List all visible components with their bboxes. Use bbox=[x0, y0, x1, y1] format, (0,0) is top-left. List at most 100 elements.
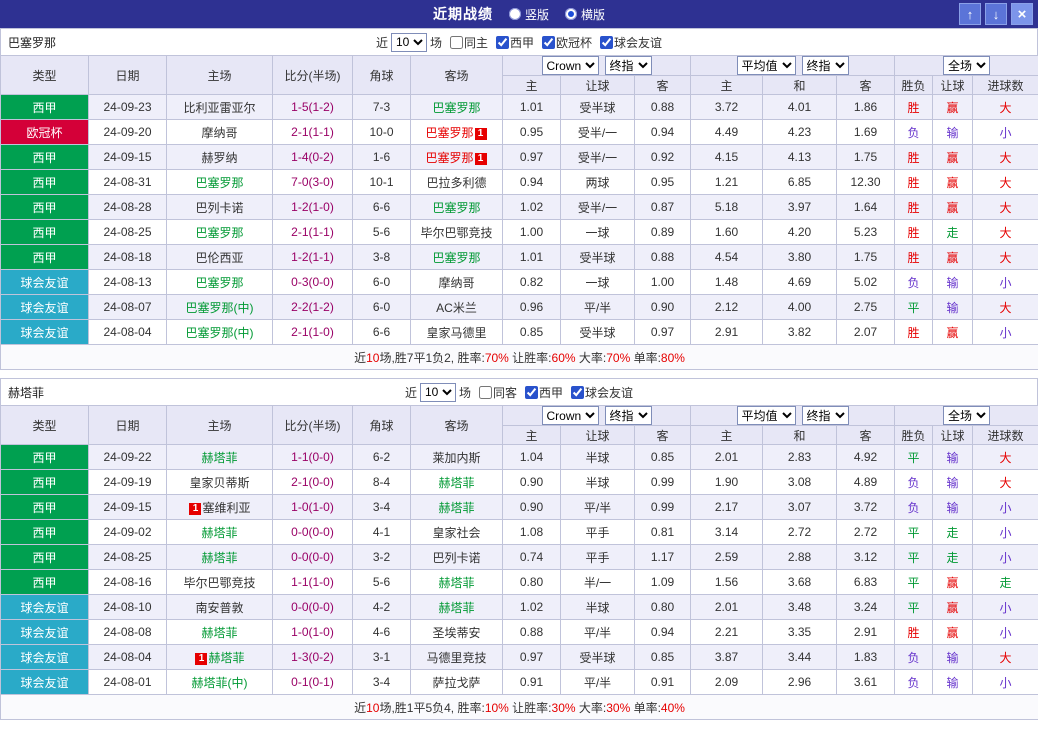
scope-select[interactable]: 全场 bbox=[943, 56, 991, 75]
table-row: 西甲 24-09-23 比利亚雷亚尔 1-5(1-2) 7-3 巴塞罗那 1.01 受半球 0.… bbox=[0, 94, 1038, 120]
checkbox-input[interactable] bbox=[571, 385, 585, 399]
result-goals: 小 bbox=[972, 494, 1038, 520]
euro-home-odds: 4.15 bbox=[690, 144, 763, 170]
euro-draw-odds: 3.08 bbox=[762, 469, 837, 495]
checkbox-input[interactable] bbox=[449, 35, 463, 49]
bookmaker-stage-select[interactable]: 终指 bbox=[604, 406, 652, 425]
league-friendly-checkbox[interactable]: 球会友谊 bbox=[571, 384, 633, 401]
checkbox-label: 西甲 bbox=[510, 35, 535, 50]
average-select[interactable]: 平均值 bbox=[736, 406, 796, 425]
league-laliga-checkbox[interactable]: 西甲 bbox=[496, 34, 534, 51]
table-row: 球会友谊 24-08-04 1 赫塔菲 1-3(0-2) 3-1 马德里竞技 0.97 受半球 0… bbox=[0, 644, 1038, 670]
column-header: 客 bbox=[634, 75, 691, 95]
team-name-text: 南安普敦 bbox=[195, 600, 244, 615]
result-outcome: 负 bbox=[894, 469, 934, 495]
bookmaker-stage-select[interactable]: 终指 bbox=[604, 56, 652, 75]
bookmaker-select[interactable]: Crown bbox=[541, 406, 599, 425]
table-row: 球会友谊 24-08-04 巴塞罗那(中) 2-1(1-0) 6-6 皇家马德里 0.85 受… bbox=[0, 319, 1038, 345]
result-goals: 小 bbox=[972, 619, 1038, 645]
checkbox-input[interactable] bbox=[525, 385, 538, 399]
league-badge: 球会友谊 bbox=[0, 319, 89, 345]
euro-away-odds: 3.72 bbox=[835, 494, 896, 520]
euro-draw-odds: 4.20 bbox=[762, 219, 837, 245]
away-team: 毕尔巴鄂竞技 bbox=[410, 219, 503, 245]
team-name-text: 毕尔巴鄂竞技 bbox=[183, 575, 256, 590]
league-ucl-checkbox[interactable]: 欧冠杯 bbox=[542, 34, 592, 51]
team-name-text: 巴塞罗那 bbox=[432, 250, 481, 265]
column-header: 日期 bbox=[88, 55, 167, 95]
away-team: 巴塞罗那 bbox=[410, 244, 503, 270]
average-select[interactable]: 平均值 bbox=[736, 56, 796, 75]
asia-home-odds: 0.85 bbox=[502, 319, 561, 345]
corner-score: 3-2 bbox=[352, 544, 411, 570]
match-score: 1-0(1-0) bbox=[272, 619, 353, 645]
bookmaker-select[interactable]: Crown bbox=[541, 56, 599, 75]
column-header: 和 bbox=[762, 425, 837, 445]
result-handicap: 赢 bbox=[932, 169, 974, 195]
radio-label: 横版 bbox=[581, 7, 606, 22]
asia-handicap: 半/一 bbox=[560, 569, 635, 595]
away-team: 赫塔菲 bbox=[410, 569, 503, 595]
results-table: 类型 日期 主场 比分(半场) 角球 客场 Crown 终指 平均值 终指 全场主让球客主和客胜负让… bbox=[0, 55, 1038, 370]
home-team: 赫塔菲 bbox=[166, 544, 273, 570]
team-name-text: 巴塞罗那 bbox=[432, 100, 481, 115]
result-handicap: 输 bbox=[932, 444, 974, 470]
same-away-checkbox[interactable]: 同客 bbox=[478, 384, 517, 401]
column-header: 让球 bbox=[932, 425, 974, 445]
match-count-select[interactable]: 10 bbox=[419, 382, 456, 402]
average-stage-select[interactable]: 终指 bbox=[801, 406, 849, 425]
league-friendly-checkbox[interactable]: 球会友谊 bbox=[600, 34, 662, 51]
match-score: 1-0(1-0) bbox=[272, 494, 353, 520]
average-stage-select[interactable]: 终指 bbox=[801, 56, 849, 75]
checkbox-input[interactable] bbox=[478, 385, 492, 399]
scope-select[interactable]: 全场 bbox=[943, 406, 991, 425]
team-name-text: 巴塞罗那 bbox=[195, 175, 244, 190]
league-laliga-checkbox[interactable]: 西甲 bbox=[525, 384, 563, 401]
result-outcome: 胜 bbox=[894, 94, 934, 120]
same-home-checkbox[interactable]: 同主 bbox=[449, 34, 488, 51]
result-goals: 小 bbox=[972, 519, 1038, 545]
asia-home-odds: 0.82 bbox=[502, 269, 561, 295]
euro-away-odds: 1.86 bbox=[835, 94, 896, 120]
team-name-text: 巴塞罗那 bbox=[425, 125, 474, 140]
radio-icon bbox=[508, 8, 521, 20]
home-team: 巴塞罗那(中) bbox=[166, 294, 273, 320]
layout-horizontal-radio[interactable]: 横版 bbox=[565, 6, 605, 23]
euro-home-odds: 2.17 bbox=[690, 494, 763, 520]
result-handicap: 赢 bbox=[932, 94, 974, 120]
euro-draw-odds: 3.44 bbox=[762, 644, 837, 670]
match-count-select[interactable]: 10 bbox=[390, 32, 427, 52]
checkbox-input[interactable] bbox=[600, 35, 614, 49]
dropdown-group: 平均值 终指 bbox=[689, 405, 896, 426]
corner-score: 6-6 bbox=[352, 319, 411, 345]
checkbox-input[interactable] bbox=[542, 35, 556, 49]
checkbox-input[interactable] bbox=[496, 35, 509, 49]
asia-away-odds: 0.99 bbox=[634, 469, 691, 495]
team-name-text: 巴塞罗那 bbox=[432, 200, 481, 215]
match-date: 24-08-31 bbox=[88, 169, 167, 195]
euro-away-odds: 4.92 bbox=[835, 444, 896, 470]
close-button[interactable]: × bbox=[1011, 3, 1033, 25]
team-name-text: 赫塔菲 bbox=[438, 600, 475, 615]
layout-vertical-radio[interactable]: 竖版 bbox=[508, 6, 549, 23]
asia-away-odds: 0.90 bbox=[634, 294, 691, 320]
corner-score: 3-8 bbox=[352, 244, 411, 270]
result-outcome: 负 bbox=[894, 269, 934, 295]
team-name-text: 皇家社会 bbox=[432, 525, 481, 540]
league-badge: 西甲 bbox=[0, 544, 89, 570]
summary-part: 30% bbox=[606, 700, 631, 715]
corner-score: 8-4 bbox=[352, 469, 411, 495]
scroll-down-button[interactable]: ↓ bbox=[985, 3, 1007, 25]
result-handicap: 赢 bbox=[932, 569, 974, 595]
corner-score: 6-2 bbox=[352, 444, 411, 470]
result-goals: 大 bbox=[972, 244, 1038, 270]
match-date: 24-09-22 bbox=[88, 444, 167, 470]
euro-draw-odds: 3.07 bbox=[762, 494, 837, 520]
team-name-text: 皇家贝蒂斯 bbox=[189, 475, 250, 490]
result-outcome: 平 bbox=[894, 294, 934, 320]
column-header: 角球 bbox=[352, 55, 411, 95]
asia-home-odds: 0.97 bbox=[502, 144, 561, 170]
checkbox-label: 球会友谊 bbox=[614, 35, 663, 50]
scroll-up-button[interactable]: ↑ bbox=[959, 3, 981, 25]
away-team: 皇家马德里 bbox=[410, 319, 503, 345]
